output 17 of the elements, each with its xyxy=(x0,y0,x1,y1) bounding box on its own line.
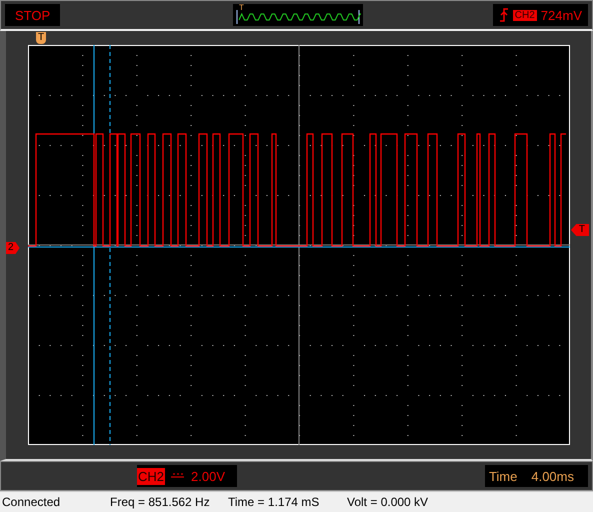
timebase-value: 4.00ms xyxy=(531,468,574,484)
run-state-label[interactable]: STOP xyxy=(5,4,60,26)
dc-coupling-icon xyxy=(171,472,186,480)
volt-readout: Volt = 0.000 kV xyxy=(347,495,428,509)
trigger-level-marker[interactable]: T xyxy=(570,224,589,236)
connection-status: Connected xyxy=(2,495,62,509)
time-readout: Time = 1.174 mS xyxy=(228,495,320,509)
channel-label: CH2 xyxy=(137,468,166,484)
frequency-readout: Freq = 851.562 Hz xyxy=(110,495,211,509)
preview-trigger-marker: T xyxy=(239,3,244,12)
timebase-label: Time xyxy=(488,468,518,484)
volts-per-div-value: 2.00V xyxy=(191,468,225,484)
channel-marker[interactable]: 2 xyxy=(6,242,20,254)
trigger-position-marker[interactable]: T xyxy=(36,32,46,44)
trigger-channel-label: CH2 xyxy=(512,10,537,20)
trigger-level-value: 724mV xyxy=(540,8,582,22)
rising-edge-icon xyxy=(498,7,509,23)
